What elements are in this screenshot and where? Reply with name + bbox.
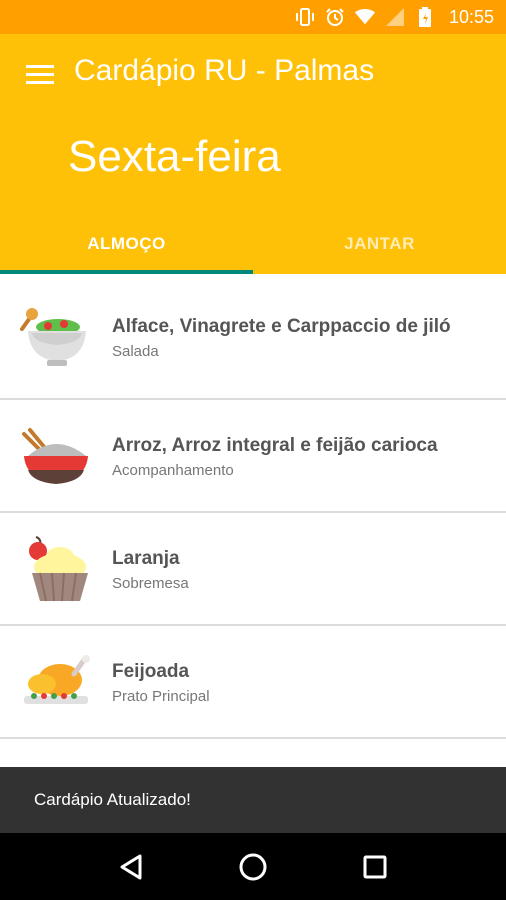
home-icon (239, 853, 267, 880)
snackbar-message: Cardápio Atualizado! (34, 790, 191, 809)
menu-item-salada[interactable]: Alface, Vinagrete e Carppaccio de jiló S… (0, 274, 506, 400)
wifi-icon (354, 7, 375, 27)
dish-category: Salada (112, 342, 159, 360)
salad-bowl-icon (0, 303, 112, 369)
tab-jantar[interactable]: JANTAR (253, 214, 506, 274)
menu-button[interactable] (22, 56, 58, 92)
day-title: Sexta-feira (68, 132, 281, 181)
meal-tabs: ALMOÇO JANTAR (0, 214, 506, 274)
status-time: 10:55 (448, 6, 494, 27)
dish-name: Laranja (112, 548, 180, 569)
recents-button[interactable] (355, 847, 395, 887)
menu-item-sobremesa[interactable]: Laranja Sobremesa (0, 513, 506, 626)
dish-category: Prato Principal (112, 688, 210, 705)
tab-almoco[interactable]: ALMOÇO (0, 214, 253, 274)
menu-list: Alface, Vinagrete e Carppaccio de jiló S… (0, 274, 506, 779)
alarm-icon (325, 7, 345, 27)
app-title: Cardápio RU - Palmas (74, 54, 375, 87)
roast-chicken-icon (0, 652, 112, 712)
system-nav-bar (0, 833, 506, 900)
signal-icon (385, 7, 405, 27)
dish-name: Arroz, Arroz integral e feijão carioca (112, 435, 438, 456)
app-bar: Cardápio RU - Palmas Sexta-feira ALMOÇO … (0, 34, 506, 274)
rice-bowl-icon (0, 424, 112, 488)
recents-icon (363, 855, 387, 878)
menu-item-acompanhamento[interactable]: Arroz, Arroz integral e feijão carioca A… (0, 400, 506, 513)
dish-category: Sobremesa (112, 575, 189, 592)
menu-item-prato-principal[interactable]: Feijoada Prato Principal (0, 626, 506, 739)
status-bar: 10:55 (0, 0, 506, 34)
snackbar: Cardápio Atualizado! (0, 767, 506, 833)
dish-category: Acompanhamento (112, 462, 234, 479)
dish-name: Alface, Vinagrete e Carppaccio de jiló (112, 315, 451, 337)
dish-name: Feijoada (112, 661, 190, 682)
hamburger-menu-icon (26, 65, 54, 84)
battery-icon (415, 7, 435, 27)
home-button[interactable] (233, 847, 273, 887)
vibrate-icon (295, 7, 315, 27)
back-icon (120, 854, 142, 879)
back-button[interactable] (111, 847, 151, 887)
cupcake-icon (0, 533, 112, 605)
